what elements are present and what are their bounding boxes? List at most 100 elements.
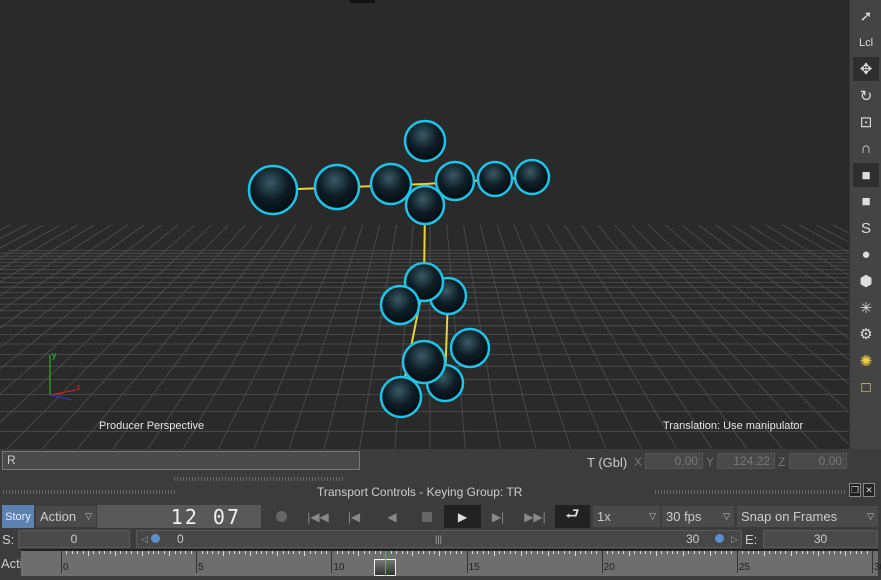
panel-grip[interactable] xyxy=(3,490,177,494)
grid-line xyxy=(41,224,246,449)
go-to-end-button[interactable]: ▶▶| xyxy=(520,505,550,528)
manipulator-status: Translation: Use manipulator xyxy=(663,420,804,432)
grid-line xyxy=(0,224,212,423)
timeline-tick xyxy=(671,551,673,554)
fps-dropdown[interactable]: 30 fps ▽ xyxy=(662,506,734,527)
timeline-tick xyxy=(336,551,338,554)
end-frame-field[interactable]: 30 xyxy=(763,530,878,548)
3d-viewport[interactable]: y x Producer Perspective Translation: Us… xyxy=(0,0,849,449)
translation-x-field[interactable]: 0.00 xyxy=(645,453,703,469)
cube-icon[interactable]: ■ xyxy=(853,190,879,214)
snap-dropdown[interactable]: Snap on Frames ▽ xyxy=(737,506,878,527)
joint-icon[interactable]: ● xyxy=(853,243,879,267)
timeline-tick xyxy=(828,551,830,554)
timeline-tick xyxy=(823,551,825,554)
hexagon-icon[interactable]: ⬢ xyxy=(853,269,879,293)
timeline-tick xyxy=(525,551,527,554)
timeline-tick xyxy=(780,551,782,554)
curve-icon[interactable]: S xyxy=(853,216,879,240)
axis-x-label: x xyxy=(76,382,81,392)
timeline-tick xyxy=(158,551,160,554)
axis-y-label: y xyxy=(52,350,57,360)
fps-value: 30 fps xyxy=(666,509,702,524)
timeline-tick xyxy=(196,551,198,573)
go-to-start-button[interactable]: |◀◀ xyxy=(304,505,332,528)
timeline-tick xyxy=(261,551,263,554)
step-back-button[interactable]: ◀ xyxy=(380,505,404,528)
timeline-tick xyxy=(109,551,111,554)
range-grip[interactable]: ||| xyxy=(435,531,442,547)
timeline-tick xyxy=(715,551,717,554)
playhead-line xyxy=(385,551,387,576)
timeline-tick xyxy=(169,551,171,556)
timeline-tick xyxy=(234,551,235,554)
start-frame-field[interactable]: 0 xyxy=(18,530,130,548)
range-slider[interactable]: ◁ 0 ||| 30 ▷ xyxy=(136,530,742,548)
timeline-tick xyxy=(93,551,95,554)
chevron-left-icon[interactable]: ◁ xyxy=(141,531,148,547)
axis-null-icon[interactable]: ✳ xyxy=(853,296,879,320)
local-space-icon[interactable]: Lcl xyxy=(853,31,879,55)
timeline-tick xyxy=(769,551,771,554)
timeline-tick xyxy=(623,551,625,554)
timeline-tick xyxy=(807,551,809,554)
frame-display[interactable]: 12 07 xyxy=(97,505,261,529)
speed-dropdown[interactable]: 1x ▽ xyxy=(593,506,660,527)
joint-sphere xyxy=(379,375,423,419)
timeline-tick xyxy=(693,551,695,554)
timeline-tick xyxy=(580,551,582,554)
step-back-icon: ◀ xyxy=(387,509,397,524)
timeline-tick xyxy=(785,551,787,554)
timeline-tick xyxy=(304,551,306,556)
cube-solid-icon[interactable]: ■ xyxy=(853,163,879,187)
close-panel-button[interactable]: ✕ xyxy=(863,483,875,497)
translation-y-field[interactable]: 124.22 xyxy=(717,453,775,469)
chevron-right-icon[interactable]: ▷ xyxy=(731,531,738,547)
select-arrow-icon[interactable]: ➚ xyxy=(853,4,879,28)
loop-toggle[interactable]: ⮐ xyxy=(555,505,590,528)
next-key-button[interactable]: ▶| xyxy=(486,505,510,528)
translate-icon[interactable]: ✥ xyxy=(853,57,879,81)
joint-sphere xyxy=(313,163,361,211)
timeline-tick-label: 15 xyxy=(468,562,480,573)
camera-label: Producer Perspective xyxy=(99,420,205,432)
timeline-tick-label: 5 xyxy=(198,562,204,573)
joint-sphere xyxy=(476,160,514,198)
timeline-ruler[interactable]: 0 5 10 15 20 25 30 xyxy=(21,549,881,576)
range-min: 0 xyxy=(177,532,184,546)
splitter-handle[interactable] xyxy=(174,477,345,481)
scene-canvas[interactable]: y x xyxy=(0,0,849,449)
translation-z-field[interactable]: 0.00 xyxy=(789,453,847,469)
timeline-tick xyxy=(104,551,106,554)
timeline-tick xyxy=(331,551,333,573)
range-end-handle[interactable] xyxy=(715,534,724,543)
mode-dropdown[interactable]: Action ▽ xyxy=(36,506,96,527)
grid-line xyxy=(782,224,849,264)
previous-key-button[interactable]: |◀ xyxy=(342,505,366,528)
panel-grip[interactable] xyxy=(655,490,845,494)
timeline-tick xyxy=(666,551,668,554)
timeline-tick xyxy=(282,551,284,554)
range-start-handle[interactable] xyxy=(151,534,160,543)
bounding-box-icon[interactable]: □ xyxy=(853,375,879,399)
camera-icon[interactable]: ⚙ xyxy=(853,322,879,346)
timeline-tick xyxy=(390,551,392,554)
record-button[interactable] xyxy=(270,505,292,528)
command-input[interactable]: R xyxy=(2,451,360,470)
float-panel-button[interactable]: ❐ xyxy=(849,483,861,497)
magnet-icon[interactable]: ∩ xyxy=(853,137,879,161)
timeline-tick xyxy=(125,551,127,554)
rotate-icon[interactable]: ↻ xyxy=(853,84,879,108)
timeline-tick xyxy=(374,551,376,554)
scale-icon[interactable]: ⊡ xyxy=(853,110,879,134)
timeline-tick xyxy=(747,551,749,554)
story-toggle[interactable]: Story xyxy=(2,505,34,528)
timeline-tick xyxy=(850,551,852,554)
timeline-tick xyxy=(277,551,279,556)
light-icon[interactable]: ✺ xyxy=(853,349,879,373)
play-button[interactable]: ▶ xyxy=(444,505,481,528)
timeline-tick xyxy=(444,551,446,554)
timeline-tick xyxy=(250,551,252,556)
timeline-tick xyxy=(709,551,711,556)
stop-button[interactable] xyxy=(415,505,439,528)
